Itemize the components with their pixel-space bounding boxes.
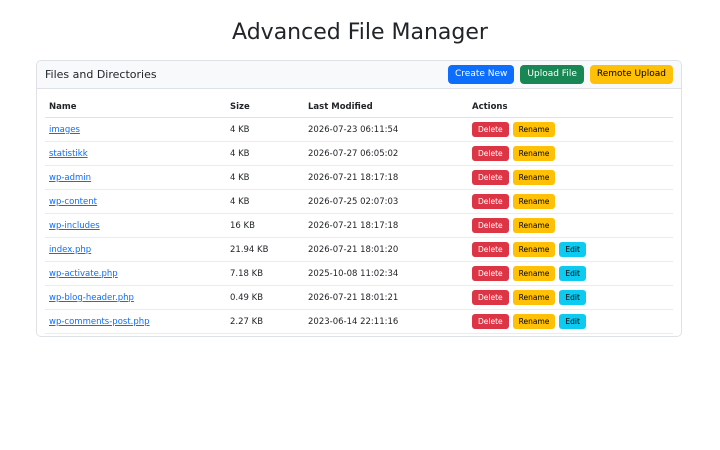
delete-button[interactable]: Delete (472, 218, 509, 233)
file-link[interactable]: wp-blog-header.php (49, 293, 134, 303)
file-manager-card: Files and Directories Create New Upload … (36, 60, 682, 337)
card-title: Files and Directories (45, 68, 157, 81)
cell-size: 21.94 KB (226, 237, 304, 262)
cell-modified: 2026-07-21 18:01:21 (304, 285, 468, 310)
cell-name: wp-admin (45, 165, 226, 190)
cell-actions: DeleteRenameEdit (468, 237, 673, 262)
cell-modified: 2026-07-23 06:11:54 (304, 117, 468, 142)
edit-button[interactable]: Edit (559, 266, 586, 281)
cell-size: 7.18 KB (226, 261, 304, 286)
cell-size: 0.49 KB (226, 285, 304, 310)
cell-modified: 2026-07-21 18:01:20 (304, 237, 468, 262)
file-link[interactable]: index.php (49, 245, 91, 255)
cell-actions: DeleteRenameEdit (468, 333, 673, 336)
table-row: statistikk 4 KB 2026-07-27 06:05:02 Delete R… (45, 141, 673, 166)
cell-name: wp-includes (45, 213, 226, 238)
rename-button[interactable]: Rename (512, 122, 556, 137)
cell-actions: DeleteRenameEdit (468, 285, 673, 310)
card-body[interactable]: Name Size Last Modified Actions images 4 … (37, 89, 681, 336)
cell-size: 4 KB (226, 141, 304, 166)
file-link[interactable]: wp-includes (49, 221, 100, 231)
rename-button[interactable]: Rename (512, 242, 556, 257)
column-header-modified: Last Modified (304, 97, 468, 118)
delete-button[interactable]: Delete (472, 266, 509, 281)
rename-button[interactable]: Rename (512, 146, 556, 161)
cell-name: wp-activate.php (45, 261, 226, 286)
delete-button[interactable]: Delete (472, 314, 509, 329)
table-row: wp-blog-header.php 0.49 KB 2026-07-21 18:0… (45, 285, 673, 310)
cell-name: wp-content (45, 189, 226, 214)
cell-actions: DeleteRenameEdit (468, 261, 673, 286)
file-link[interactable]: wp-admin (49, 173, 91, 183)
delete-button[interactable]: Delete (472, 290, 509, 305)
file-link[interactable]: wp-activate.php (49, 269, 118, 279)
cell-actions: Delete Rename (468, 141, 673, 166)
table-row: DeleteRenameEdit (45, 333, 673, 336)
cell-actions: Delete Rename (468, 213, 673, 238)
table-row: wp-content 4 KB 2026-07-25 02:07:03 Delete R… (45, 189, 673, 214)
cell-name: statistikk (45, 141, 226, 166)
rename-button[interactable]: Rename (512, 170, 556, 185)
rename-button[interactable]: Rename (512, 218, 556, 233)
delete-button[interactable]: Delete (472, 170, 509, 185)
file-link[interactable]: wp-comments-post.php (49, 317, 150, 327)
table-row: wp-includes 16 KB 2026-07-21 18:17:18 Delet… (45, 213, 673, 238)
cell-modified: 2026-07-21 18:17:18 (304, 213, 468, 238)
cell-name: index.php (45, 237, 226, 262)
delete-button[interactable]: Delete (472, 146, 509, 161)
table-header-row: Name Size Last Modified Actions (45, 97, 673, 118)
rename-button[interactable]: Rename (512, 314, 556, 329)
cell-modified: 2026-07-25 02:07:03 (304, 189, 468, 214)
rename-button[interactable]: Rename (512, 290, 556, 305)
delete-button[interactable]: Delete (472, 194, 509, 209)
remote-upload-button[interactable]: Remote Upload (589, 65, 673, 84)
cell-size: 4 KB (226, 165, 304, 190)
cell-size: 2.27 KB (226, 309, 304, 334)
cell-name (45, 333, 226, 336)
rename-button[interactable]: Rename (512, 194, 556, 209)
file-link[interactable]: statistikk (49, 149, 88, 159)
cell-actions: Delete Rename (468, 189, 673, 214)
upload-file-button[interactable]: Upload File (520, 65, 584, 84)
cell-size: 4 KB (226, 189, 304, 214)
cell-name: wp-blog-header.php (45, 285, 226, 310)
file-link[interactable]: images (49, 125, 80, 135)
column-header-actions: Actions (468, 97, 673, 118)
table-row: images 4 KB 2026-07-23 06:11:54 Delete Renam… (45, 117, 673, 142)
files-table: Name Size Last Modified Actions images 4 … (45, 97, 673, 336)
cell-name: images (45, 117, 226, 142)
cell-size: 16 KB (226, 213, 304, 238)
table-row: index.php 21.94 KB 2026-07-21 18:01:20 Dele… (45, 237, 673, 262)
cell-actions: DeleteRenameEdit (468, 309, 673, 334)
card-header: Files and Directories Create New Upload … (37, 61, 681, 89)
cell-actions: Delete Rename (468, 165, 673, 190)
cell-modified: 2025-10-08 11:02:34 (304, 261, 468, 286)
cell-actions: Delete Rename (468, 117, 673, 142)
cell-modified: 2026-07-27 06:05:02 (304, 141, 468, 166)
cell-modified (304, 333, 468, 336)
cell-modified: 2023-06-14 22:11:16 (304, 309, 468, 334)
rename-button[interactable]: Rename (512, 266, 556, 281)
edit-button[interactable]: Edit (559, 290, 586, 305)
table-row: wp-comments-post.php 2.27 KB 2023-06-14 22… (45, 309, 673, 334)
page-title: Advanced File Manager (232, 20, 488, 45)
edit-button[interactable]: Edit (559, 314, 586, 329)
delete-button[interactable]: Delete (472, 242, 509, 257)
table-row: wp-admin 4 KB 2026-07-21 18:17:18 Delete Ren… (45, 165, 673, 190)
cell-modified: 2026-07-21 18:17:18 (304, 165, 468, 190)
create-new-button[interactable]: Create New (448, 65, 515, 84)
cell-size: 4 KB (226, 117, 304, 142)
delete-button[interactable]: Delete (472, 122, 509, 137)
cell-size (226, 333, 304, 336)
file-link[interactable]: wp-content (49, 197, 97, 207)
table-row: wp-activate.php 7.18 KB 2025-10-08 11:02:3… (45, 261, 673, 286)
column-header-name: Name (45, 97, 226, 118)
edit-button[interactable]: Edit (559, 242, 586, 257)
column-header-size: Size (226, 97, 304, 118)
cell-name: wp-comments-post.php (45, 309, 226, 334)
